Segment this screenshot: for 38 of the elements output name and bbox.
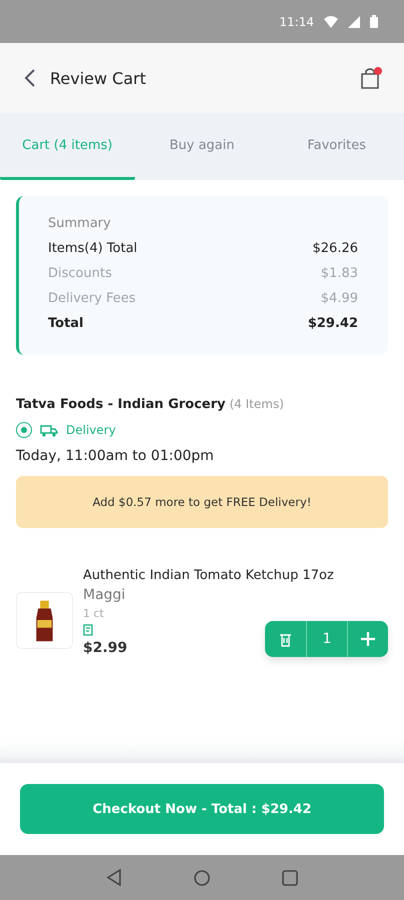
delivery-label: Delivery <box>66 423 116 437</box>
checkout-button[interactable]: Checkout Now - Total : $29.42 <box>20 784 384 834</box>
summary-title: Summary <box>48 216 112 231</box>
trash-icon <box>279 632 292 646</box>
tab[interactable]: Cart (4 items) <box>0 113 135 180</box>
page-title: Review Cart <box>50 68 147 88</box>
item-count: (4 Items) <box>230 397 284 411</box>
summary-value: $1.83 <box>320 266 358 281</box>
home-icon[interactable] <box>194 870 210 886</box>
summary-label: Total <box>48 316 84 331</box>
recents-icon[interactable] <box>282 870 298 886</box>
summary-label: Discounts <box>48 266 112 281</box>
product-size: 1 ct <box>83 607 105 620</box>
battery-icon <box>370 15 378 28</box>
back-icon[interactable] <box>106 869 122 886</box>
note-icon[interactable] <box>83 624 95 636</box>
store-name: Tatva Foods - Indian Grocery <box>16 397 226 412</box>
back-icon[interactable] <box>24 68 36 88</box>
quantity-value: 1 <box>306 621 347 657</box>
delivery-time: Today, 11:00am to 01:00pm <box>16 448 215 464</box>
summary-value: $4.99 <box>320 291 358 306</box>
signal-icon <box>348 16 360 28</box>
shopping-bag-icon[interactable] <box>360 66 382 90</box>
delivery-radio[interactable] <box>16 422 32 438</box>
tab[interactable]: Favorites <box>269 113 404 180</box>
wifi-icon <box>324 16 338 28</box>
summary-label: Items(4) Total <box>48 241 138 256</box>
product-name: Authentic Indian Tomato Ketchup 17oz <box>83 568 334 583</box>
plus-icon <box>361 632 375 646</box>
product-brand: Maggi <box>83 587 126 603</box>
summary-value: $29.42 <box>308 316 358 331</box>
truck-icon <box>40 424 58 436</box>
summary-label: Delivery Fees <box>48 291 136 306</box>
free-delivery-banner: Add $0.57 more to get FREE Delivery! <box>16 476 388 528</box>
tab[interactable]: Buy again <box>134 113 270 180</box>
summary-value: $26.26 <box>312 241 358 256</box>
product-price: $2.99 <box>83 640 128 656</box>
clock: 11:14 <box>279 14 314 28</box>
